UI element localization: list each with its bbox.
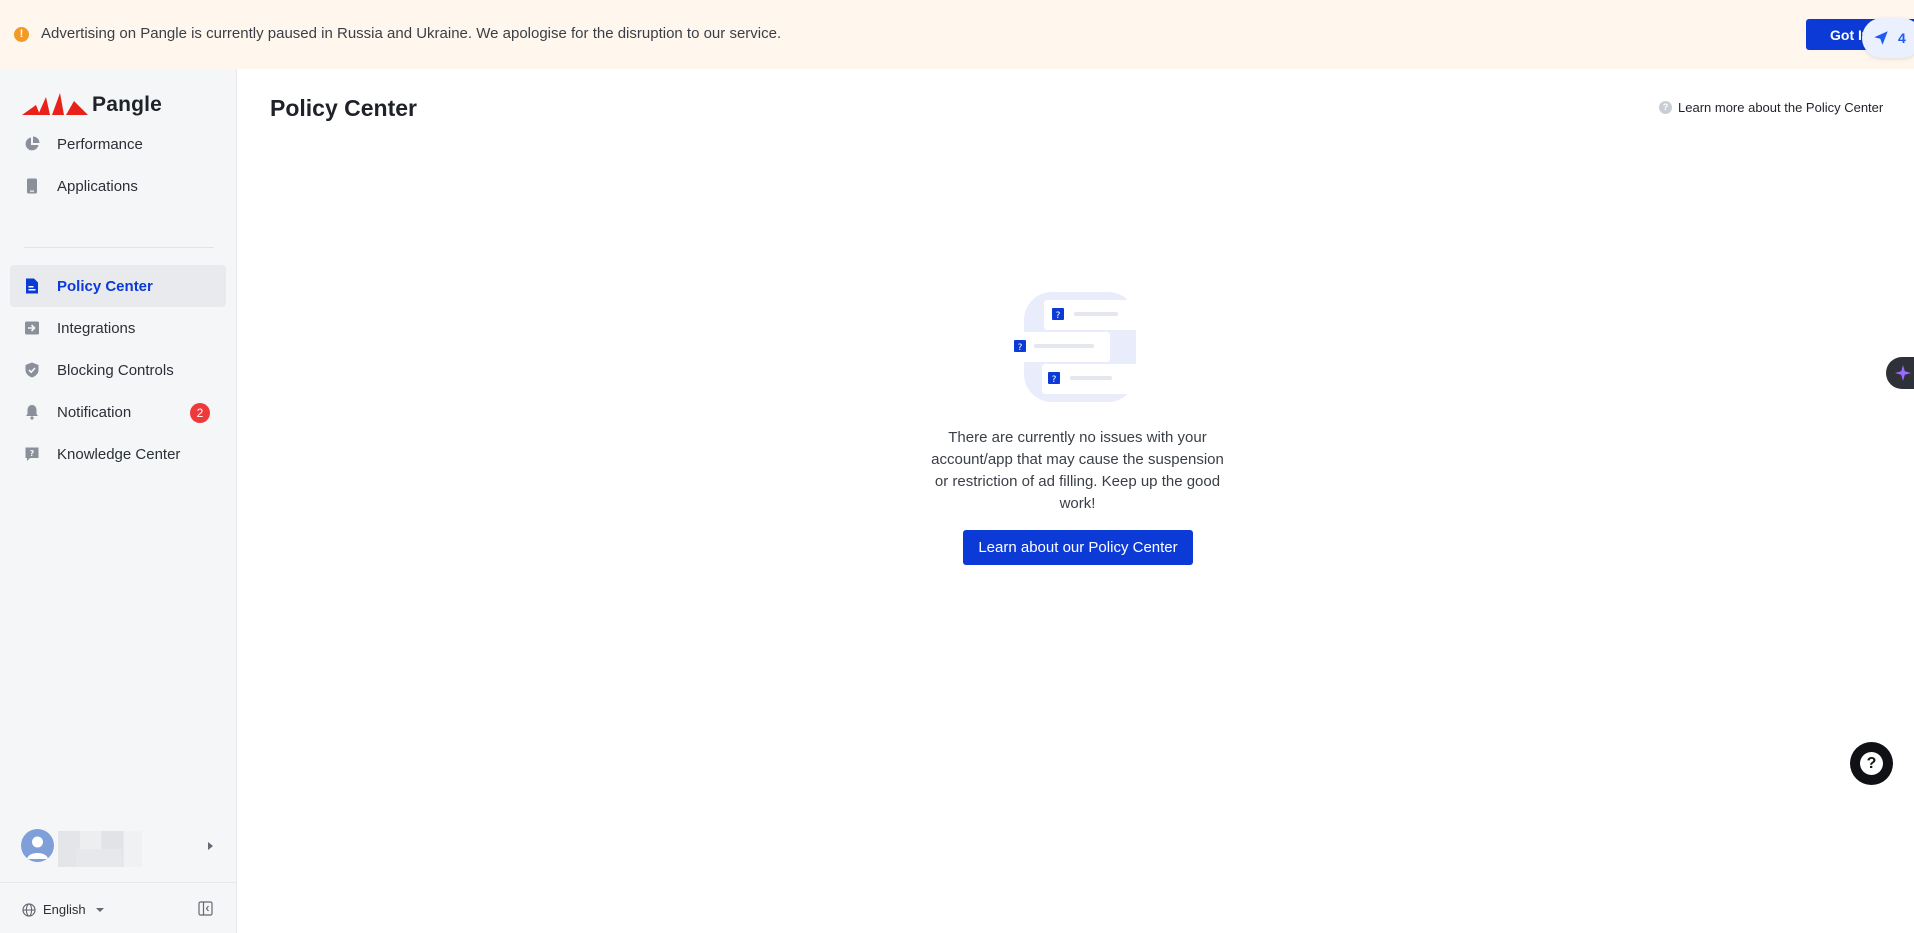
- sidebar-item-label: Policy Center: [57, 277, 153, 295]
- floating-count: 4: [1898, 30, 1906, 46]
- import-icon: [24, 320, 40, 336]
- notification-badge: 2: [190, 403, 210, 423]
- learn-policy-center-button[interactable]: Learn about our Policy Center: [963, 530, 1193, 565]
- bell-icon: [24, 404, 40, 420]
- sidebar: Pangle Performance Applications Policy C…: [0, 69, 237, 933]
- help-button[interactable]: ?: [1850, 742, 1893, 785]
- brand-name: Pangle: [92, 93, 163, 116]
- sidebar-item-performance[interactable]: Performance: [10, 123, 226, 165]
- sidebar-item-label: Performance: [57, 135, 143, 153]
- sidebar-item-knowledge-center[interactable]: ? Knowledge Center: [10, 433, 226, 475]
- learn-more-label: Learn more about the Policy Center: [1678, 100, 1884, 115]
- sidebar-item-integrations[interactable]: Integrations: [10, 307, 226, 349]
- page-title: Policy Center: [270, 95, 417, 121]
- user-name-redacted: [58, 831, 142, 867]
- shield-icon: [24, 362, 40, 378]
- sparkle-icon: [1895, 365, 1911, 381]
- help-book-icon: ?: [24, 446, 40, 462]
- empty-state-illustration: ? ? ?: [1010, 292, 1152, 402]
- pangle-logo-mark: [22, 93, 88, 115]
- sidebar-item-label: Integrations: [57, 319, 136, 337]
- nav-divider: [24, 247, 214, 248]
- user-account-menu[interactable]: [0, 821, 236, 867]
- user-icon: [27, 836, 48, 859]
- sidebar-item-label: Blocking Controls: [57, 361, 174, 379]
- document-icon: [24, 278, 40, 294]
- language-selector[interactable]: English: [22, 902, 104, 917]
- sidebar-collapse-icon: [198, 901, 213, 916]
- svg-text:?: ?: [1056, 311, 1061, 321]
- question-icon: ?: [1860, 752, 1883, 775]
- collapse-sidebar-button[interactable]: [198, 901, 213, 916]
- sidebar-item-label: Notification: [57, 403, 132, 421]
- floating-notification-pill[interactable]: 4: [1862, 18, 1914, 58]
- globe-icon: [22, 902, 36, 917]
- send-icon: [1874, 31, 1888, 45]
- caret-down-icon: [95, 907, 104, 912]
- question-icon: ?: [1659, 101, 1672, 114]
- sidebar-item-applications[interactable]: Applications: [10, 165, 226, 207]
- sidebar-item-blocking-controls[interactable]: Blocking Controls: [10, 349, 226, 391]
- language-label: English: [43, 902, 86, 917]
- sidebar-item-label: Knowledge Center: [57, 445, 181, 463]
- phone-icon: [24, 178, 40, 194]
- svg-text:?: ?: [1052, 375, 1057, 385]
- sidebar-footer-divider: [0, 882, 237, 883]
- warning-icon: !: [14, 27, 29, 42]
- pie-chart-icon: [24, 136, 40, 152]
- empty-state-message: There are currently no issues with your …: [931, 429, 1224, 512]
- sidebar-item-policy-center[interactable]: Policy Center: [10, 265, 226, 307]
- learn-more-link[interactable]: ? Learn more about the Policy Center: [1659, 100, 1883, 115]
- notice-banner: ! Advertising on Pangle is currently pau…: [0, 0, 1914, 69]
- svg-text:?: ?: [30, 449, 35, 458]
- svg-text:?: ?: [1018, 343, 1023, 353]
- ai-assistant-tab[interactable]: [1886, 357, 1914, 389]
- sidebar-item-notification[interactable]: Notification 2: [10, 391, 226, 433]
- avatar: [21, 829, 54, 862]
- caret-right-icon: [208, 842, 213, 850]
- pangle-logo[interactable]: Pangle: [22, 93, 162, 117]
- banner-message: Advertising on Pangle is currently pause…: [41, 25, 782, 42]
- sidebar-item-label: Applications: [57, 177, 138, 195]
